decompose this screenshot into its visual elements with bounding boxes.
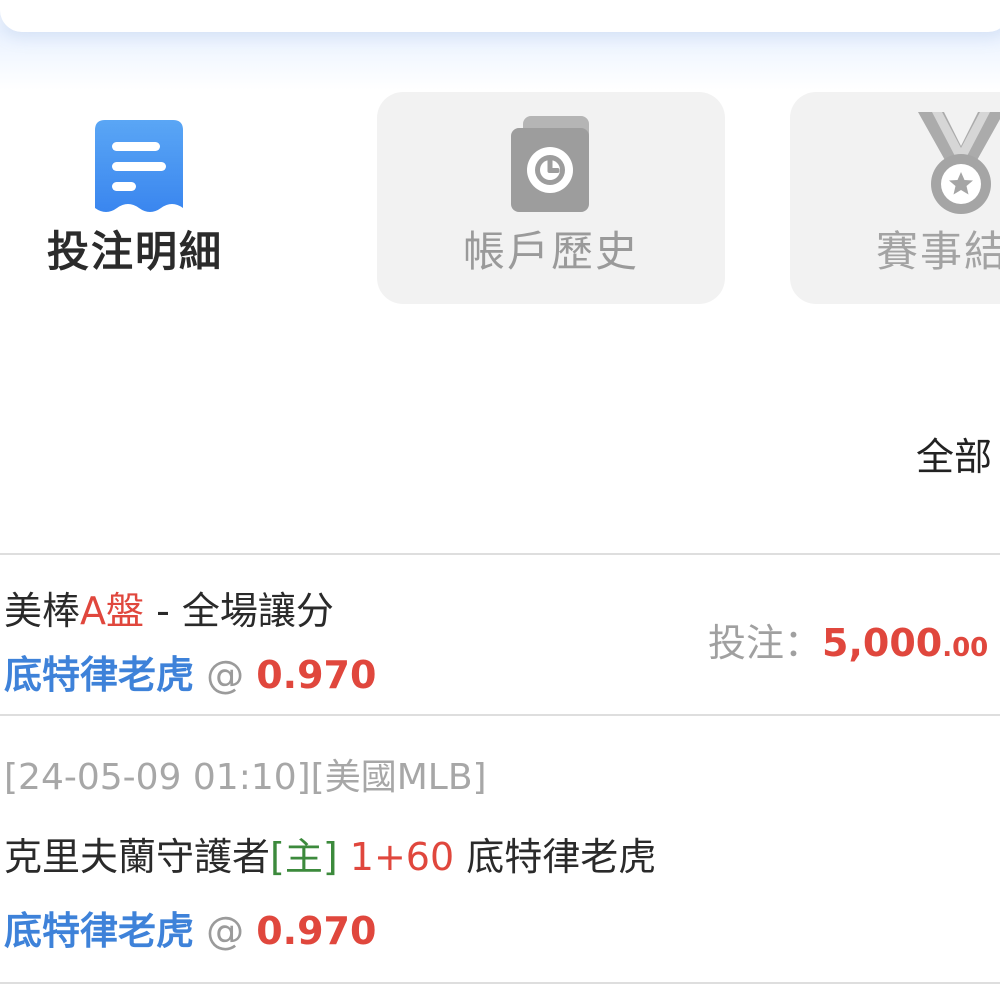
away-team: 底特律老虎 <box>466 835 657 879</box>
tab-label: 帳戶歷史 <box>462 227 639 276</box>
stake-label: 投注： <box>708 621 823 665</box>
divider <box>0 714 1000 716</box>
filter-dropdown[interactable]: 全部 <box>916 426 992 481</box>
stake-line: 投注：5,000.00 <box>708 612 988 667</box>
match-line: 克里夫蘭守護者[主] 1+60 底特律老虎 <box>4 826 656 881</box>
tab-bet-details[interactable]: 投注明細 <box>0 92 270 304</box>
bet-market-line: 美棒A盤 - 全場讓分 <box>4 580 334 635</box>
match-meta: [24-05-09 01:10][美國MLB] <box>4 757 487 798</box>
odds-value: 0.970 <box>256 909 377 953</box>
home-team: 克里夫蘭守護者 <box>4 835 271 879</box>
tab-label: 投注明細 <box>46 227 223 276</box>
tab-account-history[interactable]: 帳戶歷史 <box>377 92 725 304</box>
selection-team: 底特律老虎 <box>4 653 195 697</box>
bet-type-label: 全場讓分 <box>181 589 334 633</box>
divider <box>0 553 1000 555</box>
at-symbol: @ <box>206 653 245 697</box>
home-tag: [主] <box>270 835 338 879</box>
receipt-icon <box>95 120 183 212</box>
at-symbol: @ <box>206 909 245 953</box>
selection-team: 底特律老虎 <box>4 909 195 953</box>
tab-match-results[interactable]: 賽事結 <box>790 92 1000 304</box>
separator: - <box>144 589 182 633</box>
clock-book-icon <box>511 116 589 212</box>
odds-value: 0.970 <box>256 653 377 697</box>
medal-icon <box>918 112 1000 214</box>
market-tag: A盤 <box>80 589 145 633</box>
bet-selection-line: 底特律老虎 @ 0.970 <box>4 900 376 955</box>
divider <box>0 982 1000 984</box>
bet-selection-line: 底特律老虎 @ 0.970 <box>4 644 376 699</box>
stake-decimal: .00 <box>942 633 989 663</box>
header-card <box>0 0 1000 32</box>
handicap-value: 1+60 <box>349 835 455 879</box>
sport-label: 美棒 <box>4 589 81 633</box>
tab-label: 賽事結 <box>876 227 1000 276</box>
stake-amount: 5,000 <box>822 621 943 665</box>
